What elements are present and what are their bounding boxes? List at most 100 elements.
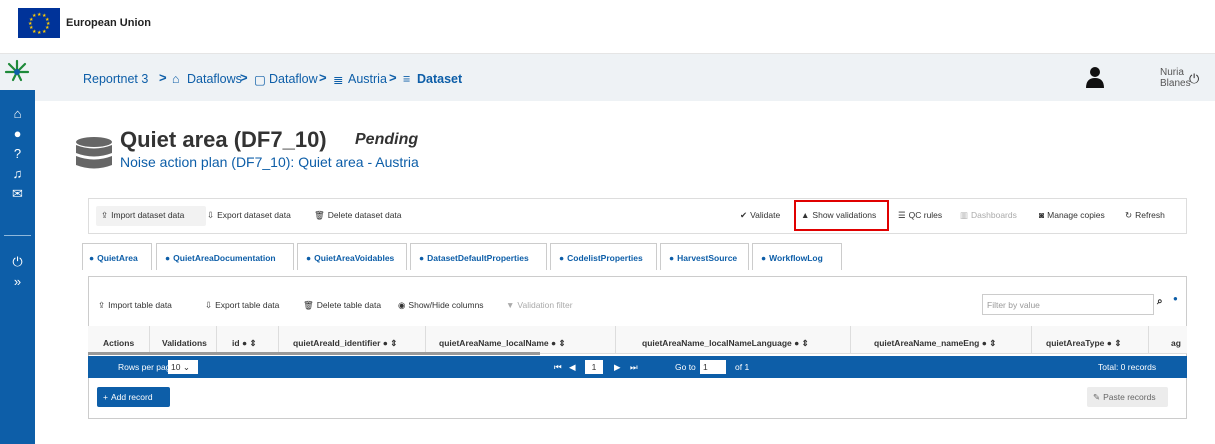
refresh-button[interactable]: ↻ Refresh — [1125, 210, 1165, 221]
info-icon: ● — [382, 338, 388, 348]
logout-icon[interactable]: ⏻ — [1189, 71, 1199, 87]
tab-harvestsource[interactable]: ● HarvestSource — [660, 243, 749, 270]
trash-icon: 🗑 — [314, 210, 325, 220]
tab-quietareavoidables[interactable]: ● QuietAreaVoidables — [297, 243, 407, 270]
column-divider — [1031, 326, 1032, 354]
qc-rules-label: QC rules — [908, 210, 943, 220]
import-table-button[interactable]: ⇪ Import table data — [98, 300, 172, 311]
next-page-icon[interactable]: ▶ — [614, 362, 621, 373]
column-divider — [216, 326, 217, 354]
page-number-button[interactable]: 1 — [585, 360, 603, 374]
delete-dataset-button[interactable]: 🗑 Delete dataset data — [314, 210, 402, 221]
reportnet-logo-icon[interactable] — [0, 54, 35, 90]
info-icon: ● — [669, 253, 675, 263]
sort-icon: ⇕ — [390, 338, 398, 348]
column-header-quietareatype[interactable]: quietAreaType ● ⇕ — [1046, 338, 1121, 349]
rows-per-page-value: 10 — [171, 362, 181, 372]
breadcrumb-separator: > — [389, 70, 397, 85]
column-label: quietAreaName_nameEng — [874, 338, 980, 348]
breadcrumb-dataflows[interactable]: Dataflows — [187, 72, 242, 86]
paste-records-button[interactable]: ✎ Paste records — [1087, 387, 1168, 407]
first-page-icon[interactable]: ⏮ — [554, 362, 562, 373]
info-icon[interactable]: ● — [1173, 294, 1178, 303]
camera-icon: ◙ — [1039, 210, 1045, 220]
column-header-quietareaname-localnamelanguage[interactable]: quietAreaName_localNameLanguage ● ⇕ — [642, 338, 809, 349]
user-name[interactable]: Nuria Blanes — [1160, 67, 1191, 89]
tab-label: DatasetDefaultProperties — [427, 253, 529, 263]
column-header-quietareaname-localname[interactable]: quietAreaName_localName ● ⇕ — [439, 338, 566, 349]
column-header-quietareaid-identifier[interactable]: quietAreaId_identifier ● ⇕ — [293, 338, 397, 349]
sort-icon: ⇕ — [558, 338, 566, 348]
tab-workflowlog[interactable]: ● WorkflowLog — [752, 243, 842, 270]
user-avatar-icon[interactable] — [1085, 66, 1105, 88]
import-dataset-button[interactable]: ⇪ Import dataset data — [101, 210, 184, 221]
notifications-icon[interactable]: ♫ — [9, 166, 26, 182]
column-header-validations: Validations — [162, 338, 207, 348]
breadcrumb-dataset: Dataset — [417, 72, 463, 86]
user-profile-icon[interactable]: ● — [9, 126, 26, 142]
tab-datasetdefaultproperties[interactable]: ● DatasetDefaultProperties — [410, 243, 547, 270]
search-icon[interactable]: ⌕ — [1157, 296, 1163, 307]
system-notifications-icon[interactable]: ✉ — [9, 186, 26, 202]
tab-quietareadocumentation[interactable]: ● QuietAreaDocumentation — [156, 243, 294, 270]
manage-copies-button[interactable]: ◙ Manage copies — [1039, 210, 1105, 220]
delete-table-button[interactable]: 🗑 Delete table data — [303, 300, 381, 311]
help-icon[interactable]: ? — [9, 146, 26, 162]
export-dataset-button[interactable]: ⇩ Export dataset data — [207, 210, 291, 221]
home-icon[interactable]: ⌂ — [9, 106, 26, 122]
horizontal-scrollbar[interactable] — [88, 352, 540, 355]
delete-table-label: Delete table data — [316, 300, 382, 310]
total-records: Total: 0 records — [1098, 362, 1157, 372]
info-icon: ● — [794, 338, 800, 348]
sort-icon: ⇕ — [989, 338, 997, 348]
logout-icon[interactable]: ⏻ — [9, 254, 26, 270]
tab-quietarea[interactable]: ● QuietArea — [82, 243, 152, 270]
info-icon: ● — [241, 338, 248, 348]
dataset-status: Pending — [355, 131, 419, 148]
manage-copies-label: Manage copies — [1047, 210, 1105, 220]
breadcrumb-reportnet[interactable]: Reportnet 3 — [83, 72, 148, 86]
dataflow-icon: ▢ — [254, 73, 266, 87]
trash-icon: 🗑 — [303, 300, 314, 310]
breadcrumb-dataflow[interactable]: Dataflow — [269, 72, 318, 86]
dashboards-button[interactable]: ▥ Dashboards — [960, 210, 1017, 221]
tab-label: QuietAreaVoidables — [314, 253, 395, 263]
info-icon: ● — [1106, 338, 1112, 348]
database-icon: ≡ — [403, 72, 411, 86]
export-table-label: Export table data — [215, 300, 280, 310]
bar-chart-icon: ▥ — [960, 210, 969, 220]
breadcrumb-separator: > — [159, 70, 167, 85]
rows-per-page-select[interactable]: 10 ⌄ — [168, 360, 198, 374]
info-icon: ● — [550, 338, 557, 348]
tab-codelistproperties[interactable]: ● CodelistProperties — [550, 243, 657, 270]
validation-filter-button[interactable]: ▼ Validation filter — [506, 300, 573, 310]
column-header-quietareaname-nameeng[interactable]: quietAreaName_nameEng ● ⇕ — [874, 338, 996, 349]
datasets-icon: ≣ — [333, 73, 344, 87]
database-icon — [75, 136, 113, 172]
list-icon: ☰ — [898, 210, 906, 220]
qc-rules-button[interactable]: ☰ QC rules — [898, 210, 942, 221]
column-divider — [149, 326, 150, 354]
filter-input[interactable]: Filter by value — [982, 294, 1154, 315]
dataset-toolbar: ⇪ Import dataset data ⇩ Export dataset dat… — [88, 198, 1187, 234]
previous-page-icon[interactable]: ◀ — [569, 362, 576, 373]
add-record-button[interactable]: + Add record — [97, 387, 170, 407]
goto-input[interactable]: 1 — [700, 360, 726, 374]
column-divider — [1148, 326, 1149, 354]
check-circle-icon: ✔ — [740, 210, 748, 220]
show-hide-columns-button[interactable]: ◉ Show/Hide columns — [398, 300, 484, 311]
column-header-id[interactable]: id ● ⇕ — [232, 338, 257, 349]
eu-label: European Union — [66, 17, 151, 29]
page-of-label: of 1 — [735, 362, 750, 372]
dashboards-label: Dashboards — [971, 210, 1017, 220]
validate-button[interactable]: ✔ Validate — [740, 210, 780, 221]
last-page-icon[interactable]: ⏭ — [630, 362, 638, 373]
expand-sidebar-icon[interactable]: » — [9, 274, 26, 290]
breadcrumb-austria[interactable]: Austria — [348, 72, 387, 86]
goto-label: Go to — [675, 362, 696, 372]
column-header-ag[interactable]: ag — [1171, 338, 1181, 348]
user-last-name: Blanes — [1160, 78, 1191, 89]
export-table-button[interactable]: ⇩ Export table data — [205, 300, 279, 311]
rows-per-page-label: Rows per page — [118, 362, 176, 372]
column-header-actions: Actions — [103, 338, 135, 348]
